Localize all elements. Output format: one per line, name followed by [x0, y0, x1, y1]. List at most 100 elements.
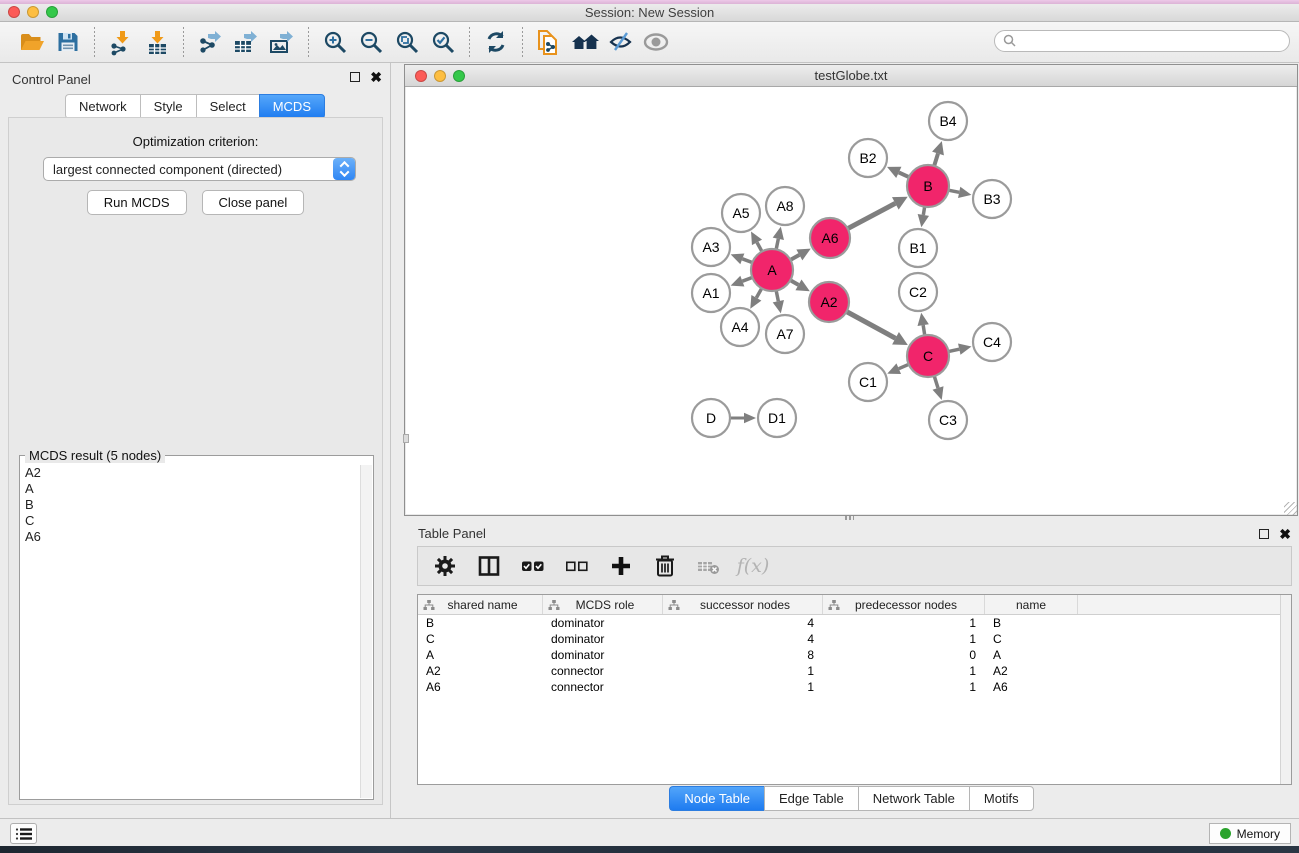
- optimization-select[interactable]: largest connected component (directed): [43, 157, 356, 181]
- graph-node-A8[interactable]: A8: [766, 187, 804, 225]
- table-row[interactable]: Bdominator41B: [418, 615, 1291, 631]
- network-file-icon[interactable]: [531, 25, 567, 59]
- export-image-icon[interactable]: [264, 25, 300, 59]
- graph-node-B[interactable]: B: [907, 165, 949, 207]
- result-scrollbar[interactable]: [360, 465, 372, 798]
- zoom-in-icon[interactable]: [317, 25, 353, 59]
- import-network-icon[interactable]: [103, 25, 139, 59]
- split-columns-icon[interactable]: [475, 549, 503, 583]
- graph-node-D[interactable]: D: [692, 399, 730, 437]
- export-table-icon[interactable]: [228, 25, 264, 59]
- graph-node-C4[interactable]: C4: [973, 323, 1011, 361]
- graph-node-B1[interactable]: B1: [899, 229, 937, 267]
- graph-node-A7[interactable]: A7: [766, 315, 804, 353]
- search-input[interactable]: [1018, 34, 1289, 48]
- result-item[interactable]: B: [25, 497, 359, 513]
- column-header-successor-nodes[interactable]: successor nodes: [663, 595, 823, 614]
- run-mcds-button[interactable]: Run MCDS: [87, 190, 187, 215]
- zoom-selected-icon[interactable]: [425, 25, 461, 59]
- table-cell: B: [418, 616, 543, 630]
- graph-node-B4[interactable]: B4: [929, 102, 967, 140]
- resize-grip[interactable]: [1284, 502, 1297, 515]
- close-table-panel-icon[interactable]: ✖: [1279, 529, 1291, 539]
- select-all-icon[interactable]: [519, 549, 547, 583]
- tab-edge-table[interactable]: Edge Table: [764, 786, 858, 811]
- graph-node-D1[interactable]: D1: [758, 399, 796, 437]
- graph-node-A1[interactable]: A1: [692, 274, 730, 312]
- app-window: Session: New Session: [0, 0, 1299, 853]
- graph-node-A4[interactable]: A4: [721, 308, 759, 346]
- refresh-icon[interactable]: [478, 25, 514, 59]
- graph-node-A2[interactable]: A2: [809, 282, 849, 322]
- network-window-titlebar[interactable]: testGlobe.txt: [405, 65, 1297, 87]
- graph-node-A3[interactable]: A3: [692, 228, 730, 266]
- minimize-window-button[interactable]: [27, 6, 39, 18]
- edge-A6-B[interactable]: [846, 203, 895, 229]
- tab-mcds[interactable]: MCDS: [259, 94, 325, 119]
- add-column-icon[interactable]: [607, 549, 635, 583]
- table-scrollbar[interactable]: [1280, 595, 1291, 784]
- mcds-result-list[interactable]: A2ABCA6: [22, 465, 359, 797]
- network-zoom-button[interactable]: [453, 70, 465, 82]
- column-header-shared-name[interactable]: shared name: [418, 595, 543, 614]
- home-icon[interactable]: [567, 25, 603, 59]
- delete-column-icon[interactable]: [651, 549, 679, 583]
- save-icon[interactable]: [50, 25, 86, 59]
- search-field[interactable]: [994, 30, 1290, 52]
- graph-node-C1[interactable]: C1: [849, 363, 887, 401]
- table-row[interactable]: Cdominator41C: [418, 631, 1291, 647]
- settings-gear-icon[interactable]: [431, 549, 459, 583]
- table-cell: A: [985, 648, 1078, 662]
- export-network-icon[interactable]: [192, 25, 228, 59]
- graph-node-B2[interactable]: B2: [849, 139, 887, 177]
- table-row[interactable]: A6connector11A6: [418, 679, 1291, 695]
- table-cell: 1: [663, 680, 823, 694]
- tab-node-table[interactable]: Node Table: [669, 786, 764, 811]
- graph-node-A5[interactable]: A5: [722, 194, 760, 232]
- graph-node-C2[interactable]: C2: [899, 273, 937, 311]
- column-header-MCDS-role[interactable]: MCDS role: [543, 595, 663, 614]
- tab-style[interactable]: Style: [140, 94, 196, 119]
- close-panel-button[interactable]: Close panel: [202, 190, 305, 215]
- graph-node-A6[interactable]: A6: [810, 218, 850, 258]
- result-item[interactable]: A: [25, 481, 359, 497]
- network-close-button[interactable]: [415, 70, 427, 82]
- import-table-icon[interactable]: [139, 25, 175, 59]
- float-panel-icon[interactable]: [350, 72, 360, 82]
- zoom-fit-icon[interactable]: [389, 25, 425, 59]
- column-header-name[interactable]: name: [985, 595, 1078, 614]
- network-canvas[interactable]: A A6 A2 B C A5A8 A3 A1A4A7 B2 B4 B3 B1 C2 C4 C1 C3 D D1: [406, 87, 1296, 514]
- table-row[interactable]: A2connector11A2: [418, 663, 1291, 679]
- result-item[interactable]: C: [25, 513, 359, 529]
- tab-network-table[interactable]: Network Table: [858, 786, 969, 811]
- float-table-panel-icon[interactable]: [1259, 529, 1269, 539]
- edge-A2-C[interactable]: [845, 311, 896, 339]
- network-minimize-button[interactable]: [434, 70, 446, 82]
- result-item[interactable]: A6: [25, 529, 359, 545]
- window-edge-grip[interactable]: [403, 434, 409, 443]
- task-history-button[interactable]: [10, 823, 37, 844]
- zoom-out-icon[interactable]: [353, 25, 389, 59]
- result-item[interactable]: A2: [25, 465, 359, 481]
- zoom-window-button[interactable]: [46, 6, 58, 18]
- function-builder-icon[interactable]: f(x): [739, 549, 767, 583]
- tab-network[interactable]: Network: [65, 94, 140, 119]
- hide-details-icon[interactable]: [603, 25, 639, 59]
- close-panel-icon[interactable]: ✖: [370, 72, 382, 82]
- show-details-icon[interactable]: [639, 25, 675, 59]
- table-row[interactable]: Adominator80A: [418, 647, 1291, 663]
- graph-node-C3[interactable]: C3: [929, 401, 967, 439]
- open-icon[interactable]: [14, 25, 50, 59]
- deselect-all-icon[interactable]: [563, 549, 591, 583]
- table-cell: dominator: [543, 632, 663, 646]
- arrowhead-icon: [958, 344, 971, 355]
- tab-select[interactable]: Select: [196, 94, 259, 119]
- tab-motifs[interactable]: Motifs: [969, 786, 1034, 811]
- graph-node-A[interactable]: A: [751, 249, 793, 291]
- close-window-button[interactable]: [8, 6, 20, 18]
- column-header-predecessor-nodes[interactable]: predecessor nodes: [823, 595, 985, 614]
- graph-node-B3[interactable]: B3: [973, 180, 1011, 218]
- delete-table-icon[interactable]: [695, 549, 723, 583]
- graph-node-C[interactable]: C: [907, 335, 949, 377]
- memory-button[interactable]: Memory: [1209, 823, 1291, 844]
